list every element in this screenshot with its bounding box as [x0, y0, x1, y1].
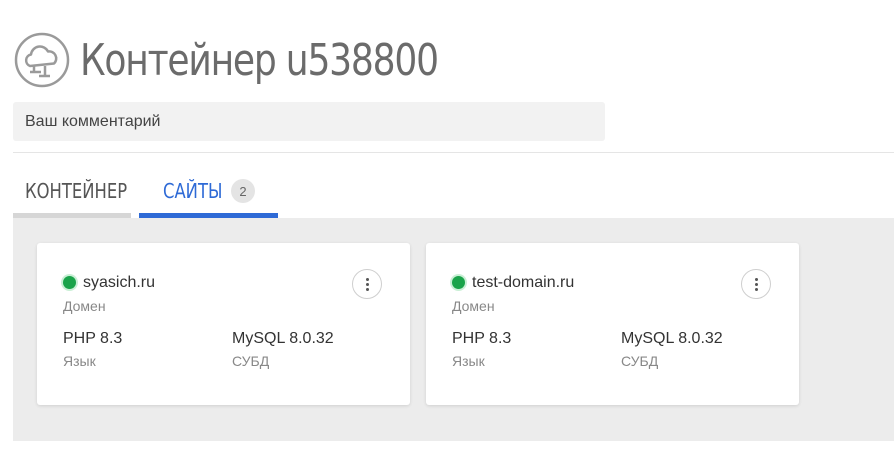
site-dbms: MySQL 8.0.32: [621, 330, 723, 347]
site-language: PHP 8.3: [63, 330, 123, 347]
tab-container-label: Контейнер: [25, 178, 128, 203]
site-dbms: MySQL 8.0.32: [232, 330, 334, 347]
dbms-caption: СУБД: [621, 353, 659, 369]
page-header: Контейнер u538800: [14, 30, 516, 90]
site-menu-button[interactable]: [741, 269, 771, 299]
site-domain[interactable]: syasich.ru: [83, 274, 155, 292]
dbms-caption: СУБД: [232, 353, 270, 369]
site-language: PHP 8.3: [452, 330, 512, 347]
site-domain[interactable]: test-domain.ru: [472, 274, 574, 292]
tab-container[interactable]: Контейнер: [13, 168, 131, 218]
cloud-icon: [14, 32, 70, 88]
page-title: Контейнер u538800: [80, 34, 439, 86]
tab-sites-label: Сайты: [163, 178, 223, 203]
sites-count-badge: 2: [231, 179, 255, 203]
language-caption: Язык: [63, 353, 96, 369]
site-card[interactable]: syasich.ru Домен PHP 8.3 Язык MySQL 8.0.…: [37, 243, 410, 405]
site-card[interactable]: test-domain.ru Домен PHP 8.3 Язык MySQL …: [426, 243, 799, 405]
domain-caption: Домен: [63, 298, 106, 314]
more-vertical-icon: [365, 277, 369, 291]
site-menu-button[interactable]: [352, 269, 382, 299]
status-active-icon: [63, 276, 76, 289]
domain-caption: Домен: [452, 298, 495, 314]
comment-input[interactable]: Ваш комментарий: [13, 102, 605, 141]
language-caption: Язык: [452, 353, 485, 369]
sites-panel: syasich.ru Домен PHP 8.3 Язык MySQL 8.0.…: [13, 218, 894, 441]
divider: [13, 152, 894, 153]
more-vertical-icon: [754, 277, 758, 291]
status-active-icon: [452, 276, 465, 289]
tab-sites[interactable]: Сайты 2: [139, 168, 278, 218]
